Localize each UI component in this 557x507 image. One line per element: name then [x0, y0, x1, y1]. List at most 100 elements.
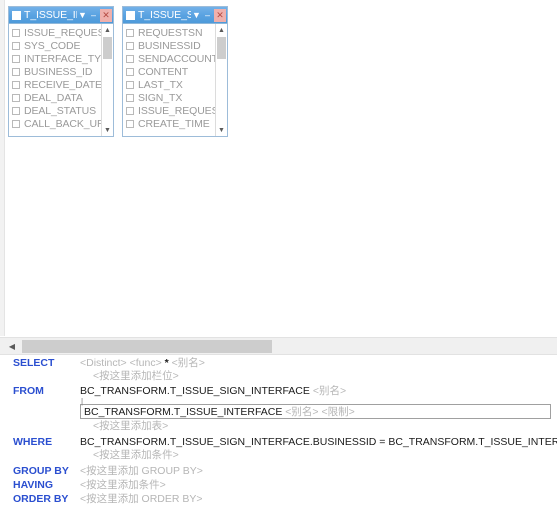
- clause-value-from-table1[interactable]: BC_TRANSFORM.T_ISSUE_SIGN_INTERFACE <别名>: [80, 383, 557, 399]
- field-checkbox[interactable]: [126, 54, 134, 63]
- field-list: REQUESTSN BUSINESSID SENDACCOUNT CONTENT…: [123, 24, 215, 130]
- field-row[interactable]: REQUESTSN: [126, 26, 215, 39]
- close-icon[interactable]: ✕: [214, 8, 226, 22]
- clause-row-from[interactable]: FROM BC_TRANSFORM.T_ISSUE_SIGN_INTERFACE…: [0, 383, 557, 399]
- field-row[interactable]: INTERFACE_TYPE: [12, 52, 101, 65]
- clause-row-where[interactable]: WHERE BC_TRANSFORM.T_ISSUE_SIGN_INTERFAC…: [0, 435, 557, 449]
- table-panel-titlebar[interactable]: T_ISSUE_SIGI ▼ – ✕: [123, 7, 227, 24]
- field-row[interactable]: SIGN_TX: [126, 91, 215, 104]
- clause-keyword-where: WHERE: [13, 436, 53, 448]
- field-row[interactable]: BUSINESS_ID: [12, 65, 101, 78]
- field-list-vertical-scrollbar[interactable]: ▲ ▼: [101, 24, 113, 136]
- field-checkbox[interactable]: [12, 67, 20, 76]
- field-label: CALL_BACK_URL: [24, 117, 101, 130]
- field-row[interactable]: DEAL_DATA: [12, 91, 101, 104]
- chevron-down-icon[interactable]: ▼: [102, 124, 113, 136]
- field-label: BUSINESS_ID: [24, 65, 93, 78]
- scrollbar-thumb[interactable]: [22, 340, 272, 353]
- table-select-all-checkbox[interactable]: [12, 10, 21, 20]
- clause-row-select[interactable]: SELECT <Distinct> <func> * <别名>: [0, 356, 557, 370]
- chevron-up-icon[interactable]: ▲: [216, 24, 227, 36]
- field-label: SENDACCOUNT: [138, 52, 215, 65]
- table-select-all-checkbox[interactable]: [126, 10, 135, 20]
- clause-row-from-add[interactable]: <按这里添加表>: [0, 420, 557, 433]
- field-checkbox[interactable]: [12, 54, 20, 63]
- close-icon[interactable]: ✕: [100, 8, 112, 22]
- field-row[interactable]: SYS_CODE: [12, 39, 101, 52]
- from-add-table-placeholder[interactable]: <按这里添加表>: [93, 420, 168, 432]
- clause-row-group-by[interactable]: GROUP BY <按这里添加 GROUP BY>: [0, 464, 557, 478]
- field-label: REQUESTSN: [138, 26, 203, 39]
- field-checkbox[interactable]: [126, 67, 134, 76]
- scrollbar-thumb[interactable]: [217, 37, 226, 59]
- field-checkbox[interactable]: [126, 41, 134, 50]
- clause-keyword-select: SELECT: [13, 357, 55, 369]
- field-checkbox[interactable]: [126, 80, 134, 89]
- select-func-placeholder[interactable]: <func>: [130, 357, 162, 369]
- field-row[interactable]: CREATE_TIME: [126, 117, 215, 130]
- clause-keyword-having: HAVING: [13, 479, 54, 491]
- where-add-condition-placeholder[interactable]: <按这里添加条件>: [93, 449, 179, 461]
- clause-value-select[interactable]: <Distinct> <func> * <别名>: [80, 356, 557, 370]
- field-row[interactable]: CONTENT: [126, 65, 215, 78]
- group-by-placeholder[interactable]: <按这里添加 GROUP BY>: [80, 465, 203, 477]
- select-star[interactable]: *: [165, 357, 169, 369]
- from-table-restrict-placeholder[interactable]: <限制>: [321, 404, 354, 419]
- canvas-horizontal-scrollbar[interactable]: ◀: [0, 337, 557, 355]
- clause-row-order-by[interactable]: ORDER BY <按这里添加 ORDER BY>: [0, 492, 557, 506]
- from-table-alias-placeholder[interactable]: <别名>: [313, 385, 346, 397]
- field-row[interactable]: LAST_TX: [126, 78, 215, 91]
- field-checkbox[interactable]: [126, 119, 134, 128]
- chevron-down-icon[interactable]: ▼: [191, 9, 202, 22]
- table-panel-t-issue-sign-interface[interactable]: T_ISSUE_SIGI ▼ – ✕ REQUESTSN BUSINESSID …: [122, 6, 228, 137]
- field-label: ISSUE_REQUEST_SN: [24, 26, 101, 39]
- chevron-up-icon[interactable]: ▲: [102, 24, 113, 36]
- field-label: DEAL_DATA: [24, 91, 83, 104]
- field-row[interactable]: ISSUE_REQUESTSN: [126, 104, 215, 117]
- clause-value-where[interactable]: BC_TRANSFORM.T_ISSUE_SIGN_INTERFACE.BUSI…: [80, 435, 557, 449]
- table-panel-t-issue-interface[interactable]: T_ISSUE_INTI ▼ – ✕ ISSUE_REQUEST_SN SYS_…: [8, 6, 114, 137]
- table-panel-body: ISSUE_REQUEST_SN SYS_CODE INTERFACE_TYPE…: [9, 24, 113, 136]
- from-table-row-selected[interactable]: BC_TRANSFORM.T_ISSUE_INTERFACE <别名> <限制>: [80, 404, 551, 419]
- field-row[interactable]: ISSUE_REQUEST_SN: [12, 26, 101, 39]
- field-label: RECEIVE_DATE: [24, 78, 101, 91]
- table-panel-title: T_ISSUE_SIGI: [138, 9, 191, 21]
- field-row[interactable]: SENDACCOUNT: [126, 52, 215, 65]
- field-row[interactable]: CALL_BACK_URL: [12, 117, 101, 130]
- select-distinct-placeholder[interactable]: <Distinct>: [80, 357, 127, 369]
- field-row[interactable]: BUSINESSID: [126, 39, 215, 52]
- clause-row-where-add[interactable]: <按这里添加条件>: [0, 449, 557, 462]
- field-checkbox[interactable]: [12, 28, 20, 37]
- field-checkbox[interactable]: [12, 106, 20, 115]
- from-table-alias-placeholder[interactable]: <别名>: [285, 404, 318, 419]
- chevron-down-icon[interactable]: ▼: [77, 9, 88, 22]
- order-by-placeholder[interactable]: <按这里添加 ORDER BY>: [80, 493, 203, 505]
- field-checkbox[interactable]: [126, 93, 134, 102]
- select-add-column-placeholder[interactable]: <按这里添加栏位>: [93, 370, 179, 382]
- field-row[interactable]: DEAL_STATUS: [12, 104, 101, 117]
- query-diagram-canvas[interactable]: T_ISSUE_INTI ▼ – ✕ ISSUE_REQUEST_SN SYS_…: [0, 0, 557, 336]
- field-label: LAST_TX: [138, 78, 183, 91]
- clause-row-having[interactable]: HAVING <按这里添加条件>: [0, 478, 557, 492]
- clause-row-select-add[interactable]: <按这里添加栏位>: [0, 370, 557, 383]
- field-checkbox[interactable]: [126, 28, 134, 37]
- minimize-icon[interactable]: –: [202, 9, 213, 22]
- chevron-left-icon[interactable]: ◀: [4, 339, 20, 354]
- field-checkbox[interactable]: [12, 119, 20, 128]
- scrollbar-thumb[interactable]: [103, 37, 112, 59]
- sql-clause-grid[interactable]: SELECT <Distinct> <func> * <别名> <按这里添加栏位…: [0, 356, 557, 507]
- having-placeholder[interactable]: <按这里添加条件>: [80, 479, 166, 491]
- field-checkbox[interactable]: [12, 41, 20, 50]
- field-checkbox[interactable]: [12, 93, 20, 102]
- from-table-name[interactable]: BC_TRANSFORM.T_ISSUE_INTERFACE: [84, 406, 282, 418]
- field-row[interactable]: RECEIVE_DATE: [12, 78, 101, 91]
- field-checkbox[interactable]: [126, 106, 134, 115]
- select-alias-placeholder[interactable]: <别名>: [172, 357, 205, 369]
- chevron-down-icon[interactable]: ▼: [216, 124, 227, 136]
- field-list-vertical-scrollbar[interactable]: ▲ ▼: [215, 24, 227, 136]
- field-list: ISSUE_REQUEST_SN SYS_CODE INTERFACE_TYPE…: [9, 24, 101, 130]
- minimize-icon[interactable]: –: [88, 9, 99, 22]
- field-checkbox[interactable]: [12, 80, 20, 89]
- table-panel-titlebar[interactable]: T_ISSUE_INTI ▼ – ✕: [9, 7, 113, 24]
- from-table-name[interactable]: BC_TRANSFORM.T_ISSUE_SIGN_INTERFACE: [80, 385, 310, 397]
